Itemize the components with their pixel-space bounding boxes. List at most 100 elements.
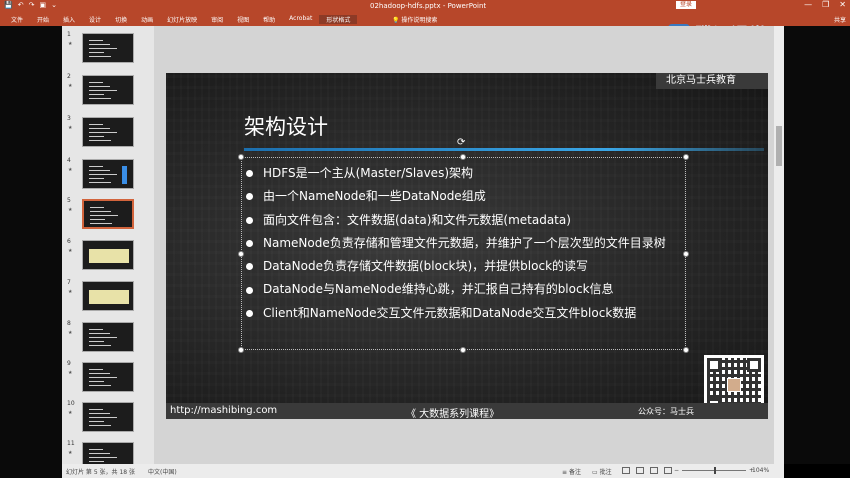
thumbnail-image[interactable] <box>82 33 134 63</box>
rotate-handle-icon[interactable]: ⟳ <box>457 137 465 148</box>
reading-view-icon[interactable] <box>650 467 658 474</box>
resize-handle[interactable] <box>683 154 689 160</box>
slide-thumbnail[interactable]: 8 ★ <box>62 320 154 358</box>
slide-thumbnail[interactable]: 1 ★ <box>62 31 154 69</box>
share-button[interactable]: 共享 <box>834 15 846 24</box>
thumbnail-text-line <box>89 48 117 49</box>
thumbnail-image[interactable] <box>82 281 134 311</box>
thumbnail-text-line <box>89 132 117 133</box>
thumbnail-text-line <box>89 40 103 41</box>
thumbnail-image[interactable] <box>82 362 134 392</box>
bullet-list: HDFS是一个主从(Master/Slaves)架构 由一个NameNode和一… <box>246 162 666 325</box>
slide-thumbnail[interactable]: 3 ★ <box>62 115 154 153</box>
slide-thumbnail[interactable]: 6 ★ <box>62 238 154 276</box>
tab-home[interactable]: 开始 <box>30 15 56 24</box>
tab-file[interactable]: 文件 <box>4 15 30 24</box>
thumbnail-number: 9 <box>67 360 71 367</box>
zoom-out-icon[interactable]: − <box>674 467 679 474</box>
slide-thumbnail[interactable]: 2 ★ <box>62 73 154 111</box>
slide-thumbnail[interactable]: 10 ★ <box>62 400 154 438</box>
thumbnail-number: 4 <box>67 157 71 164</box>
slide-thumbnail[interactable]: 5 ★ <box>62 197 154 235</box>
resize-handle[interactable] <box>460 347 466 353</box>
tab-design[interactable]: 设计 <box>82 15 108 24</box>
thumbnail-image[interactable] <box>82 159 134 189</box>
close-icon[interactable]: ✕ <box>839 0 846 9</box>
bullet-dot-icon <box>246 286 253 294</box>
slide-counter: 幻灯片 第 5 张，共 18 张 <box>66 469 135 476</box>
tab-animations[interactable]: 动画 <box>134 15 160 24</box>
thumbnail-image[interactable] <box>82 240 134 270</box>
thumbnail-text-line <box>89 449 103 450</box>
thumbnail-number: 5 <box>67 197 71 204</box>
thumbnail-text-line <box>89 90 117 91</box>
zoom-level[interactable]: 104% <box>752 467 769 474</box>
bullet-dot-icon <box>246 309 253 317</box>
slide-title[interactable]: 架构设计 <box>244 111 328 141</box>
present-icon[interactable]: ▣ <box>39 1 46 9</box>
tab-review[interactable]: 审阅 <box>204 15 230 24</box>
vertical-scrollbar[interactable] <box>774 26 784 464</box>
thumbnail-image[interactable] <box>82 117 134 147</box>
comments-button[interactable]: ▭ 批注 <box>592 467 612 476</box>
thumbnail-image[interactable] <box>82 402 134 432</box>
thumbnail-image[interactable] <box>82 75 134 105</box>
bullet-dot-icon <box>246 240 253 248</box>
login-button[interactable]: 登录 <box>676 1 697 9</box>
tab-transitions[interactable]: 切换 <box>108 15 134 24</box>
language-indicator[interactable]: 中文(中国) <box>148 467 177 476</box>
tab-acrobat[interactable]: Acrobat <box>282 15 319 24</box>
minimize-icon[interactable]: — <box>804 0 812 9</box>
thumbnail-text-line <box>89 425 111 426</box>
animation-star-icon: ★ <box>68 248 73 254</box>
thumbnail-text-line <box>89 170 110 171</box>
thumbnail-text-line <box>89 417 117 418</box>
zoom-slider[interactable]: − + <box>674 467 754 474</box>
thumbnail-text-line <box>89 98 111 99</box>
resize-handle[interactable] <box>238 251 244 257</box>
normal-view-icon[interactable] <box>622 467 630 474</box>
current-slide[interactable]: 北京马士兵教育 架构设计 ⟳ HDFS是一个主从(Master/Slaves)架… <box>166 73 768 419</box>
slide-thumbnail[interactable]: 9 ★ <box>62 360 154 398</box>
footer-account: 公众号：马士兵 <box>638 407 694 416</box>
quick-access-toolbar: 💾 ↶ ↷ ▣ ⌄ <box>4 1 57 9</box>
save-icon[interactable]: 💾 <box>4 1 13 9</box>
resize-handle[interactable] <box>683 347 689 353</box>
thumbnail-number: 1 <box>67 31 71 38</box>
thumbnail-text-line <box>89 136 104 137</box>
tell-me-search[interactable]: 💡 操作说明搜索 <box>392 15 437 24</box>
sorter-view-icon[interactable] <box>636 467 644 474</box>
bullet-dot-icon <box>246 193 253 201</box>
tab-shape-format[interactable]: 形状格式 <box>319 15 358 24</box>
tab-insert[interactable]: 插入 <box>56 15 82 24</box>
resize-handle[interactable] <box>238 154 244 160</box>
slide-thumbnail[interactable]: 4 ★ <box>62 157 154 195</box>
notes-button[interactable]: ≡ 备注 <box>562 467 581 476</box>
thumbnail-text-line <box>89 413 110 414</box>
animation-star-icon: ★ <box>68 330 73 336</box>
customize-icon[interactable]: ⌄ <box>51 1 57 9</box>
resize-handle[interactable] <box>238 347 244 353</box>
tab-help[interactable]: 帮助 <box>256 15 282 24</box>
redo-icon[interactable]: ↷ <box>29 1 35 9</box>
thumbnail-image[interactable] <box>82 322 134 352</box>
slide-thumbnail[interactable]: 7 ★ <box>62 279 154 317</box>
thumbnail-text-line <box>89 86 110 87</box>
scrollbar-thumb[interactable] <box>776 126 782 166</box>
tab-slideshow[interactable]: 幻灯片放映 <box>160 15 204 24</box>
zoom-slider-knob[interactable] <box>714 467 717 474</box>
tell-me-label: 操作说明搜索 <box>401 17 438 24</box>
tab-view[interactable]: 视图 <box>230 15 256 24</box>
resize-handle[interactable] <box>460 154 466 160</box>
thumbnail-image[interactable] <box>82 199 134 229</box>
slideshow-view-icon[interactable] <box>664 467 672 474</box>
thumbnail-number: 7 <box>67 279 71 286</box>
bullet-text: 由一个NameNode和一些DataNode组成 <box>263 189 486 204</box>
thumbnail-text-line <box>90 219 105 220</box>
thumbnail-text-line <box>89 82 103 83</box>
undo-icon[interactable]: ↶ <box>18 1 24 9</box>
restore-icon[interactable]: ❐ <box>822 0 829 9</box>
resize-handle[interactable] <box>683 251 689 257</box>
thumbnail-number: 3 <box>67 115 71 122</box>
thumbnail-text-line <box>89 409 103 410</box>
